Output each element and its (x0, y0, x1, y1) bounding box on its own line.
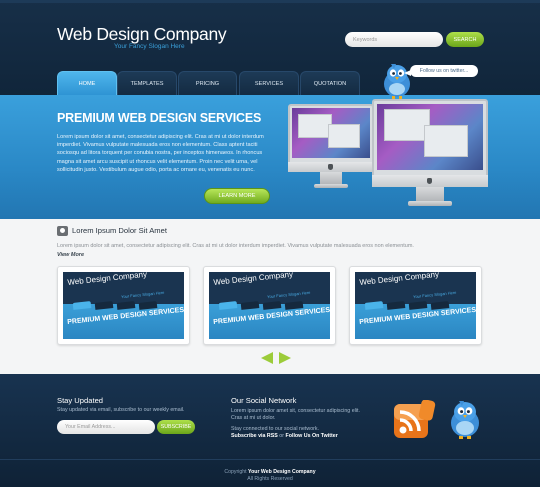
thumb-slogan: Your Fancy Slogan Here (266, 289, 311, 300)
thumb-tab (430, 301, 450, 310)
subscribe-rss-link[interactable]: Subscribe via RSS (231, 433, 278, 439)
portfolio-title: Lorem Ipsum Dolor Sit Amet (72, 226, 167, 235)
view-more-link[interactable]: View More (57, 252, 84, 258)
site-logo[interactable]: Web Design Company (57, 24, 227, 45)
follow-twitter-link[interactable]: Follow Us On Twitter (286, 433, 338, 439)
search-input[interactable] (345, 32, 443, 47)
monitor-icon (372, 99, 488, 211)
monitor-icon (288, 104, 374, 196)
thumb-slogan: Your Fancy Slogan Here (120, 289, 165, 300)
social-network-text: Lorem ipsum dolor amet sit, consectetur … (231, 408, 360, 421)
social-links: Subscribe via RSS or Follow Us On Twitte… (231, 433, 338, 439)
portfolio-thumb[interactable]: Web Design Company Your Fancy Slogan Her… (57, 266, 190, 345)
social-connect-text: Stay connected to our social network. (231, 426, 320, 432)
thumb-screenshot: Web Design Company Your Fancy Slogan Her… (209, 272, 330, 339)
thumb-tab (138, 301, 158, 310)
thumb-screenshot: Web Design Company Your Fancy Slogan Her… (63, 272, 184, 339)
header-top-line (0, 0, 540, 3)
thumb-tab (218, 301, 238, 310)
camera-icon (57, 226, 68, 236)
thumb-logo: Web Design Company (213, 272, 294, 287)
search-button[interactable]: SEARCH (446, 32, 484, 47)
footer-divider (0, 459, 540, 460)
copyright-company[interactable]: Your Web Design Company (248, 469, 316, 475)
tab-services[interactable]: SERVICES (239, 71, 299, 95)
thumb-title: PREMIUM WEB DESIGN SERVICES (67, 306, 184, 326)
rss-icon[interactable] (392, 400, 436, 440)
thumb-tab (386, 301, 406, 310)
tab-quotation[interactable]: QUOTATION (300, 71, 360, 95)
thumb-tab (240, 301, 260, 310)
hero-text: Lorem ipsum dolor sit amet, consectetur … (57, 134, 264, 173)
subscribe-button[interactable]: SUBSCRIBE (157, 420, 195, 434)
thumb-logo: Web Design Company (359, 272, 440, 287)
social-or-text: or (279, 433, 285, 439)
thumb-logo: Web Design Company (67, 272, 148, 287)
arrow-right-icon[interactable] (279, 352, 291, 364)
twitter-bird-icon[interactable] (381, 62, 413, 100)
portfolio-text: Lorem ipsum dolor sit amet, consectetur … (57, 243, 414, 249)
portfolio-thumb[interactable]: Web Design Company Your Fancy Slogan Her… (203, 266, 336, 345)
thumb-tab (408, 301, 428, 310)
thumb-tab (116, 301, 136, 310)
tab-home[interactable]: HOME (57, 71, 117, 98)
thumb-tab (262, 301, 282, 310)
thumb-title: PREMIUM WEB DESIGN SERVICES (359, 306, 476, 326)
tab-templates[interactable]: TEMPLATES (117, 71, 177, 95)
twitter-bird-icon[interactable] (448, 398, 482, 440)
learn-more-button[interactable]: LEARN MORE (204, 188, 270, 204)
thumb-title: PREMIUM WEB DESIGN SERVICES (213, 306, 330, 326)
thumb-tab (364, 301, 384, 310)
copyright: Copyright Your Web Design Company (0, 469, 540, 475)
rights-text: All Rights Reserved (247, 476, 293, 482)
social-network-title: Our Social Network (231, 396, 297, 405)
twitter-bubble[interactable]: Follow us on twitter... (410, 65, 478, 77)
stay-updated-text: Stay updated via email, subscribe to our… (57, 407, 185, 413)
thumb-screenshot: Web Design Company Your Fancy Slogan Her… (355, 272, 476, 339)
stay-updated-title: Stay Updated (57, 396, 104, 405)
site-slogan: Your Fancy Slogan Here (114, 43, 185, 50)
copyright-prefix: Copyright (224, 469, 247, 475)
arrow-left-icon[interactable] (261, 352, 273, 364)
hero-title: PREMIUM WEB DESIGN SERVICES (57, 111, 262, 125)
thumb-tab (72, 301, 92, 310)
tab-pricing[interactable]: PRICING (178, 71, 237, 95)
thumb-tab (94, 301, 114, 310)
portfolio-thumb[interactable]: Web Design Company Your Fancy Slogan Her… (349, 266, 482, 345)
email-field[interactable] (57, 420, 155, 434)
thumb-slogan: Your Fancy Slogan Here (412, 289, 457, 300)
thumb-tab (284, 301, 304, 310)
